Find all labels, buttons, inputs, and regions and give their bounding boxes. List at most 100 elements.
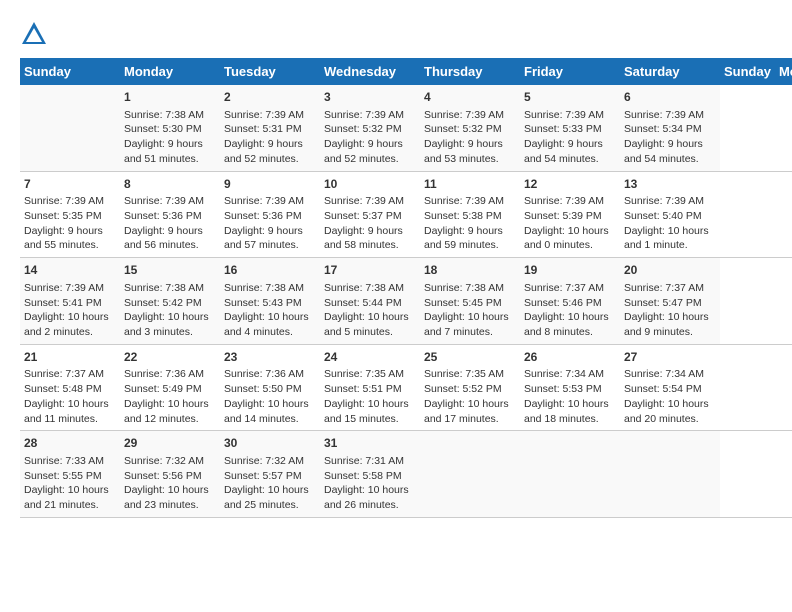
calendar-cell: 11Sunrise: 7:39 AM Sunset: 5:38 PM Dayli… bbox=[420, 171, 520, 258]
calendar-cell: 2 Sunrise: 7:39 AM Sunset: 5:31 PM Daylig… bbox=[220, 85, 320, 171]
day-number: 1 bbox=[124, 89, 216, 106]
header-saturday: Saturday bbox=[620, 58, 720, 85]
day-content: Sunrise: 7:32 AM Sunset: 5:56 PM Dayligh… bbox=[124, 454, 216, 513]
day-content: Sunrise: 7:39 AM Sunset: 5:33 PM Dayligh… bbox=[524, 108, 616, 167]
day-content: Sunrise: 7:36 AM Sunset: 5:49 PM Dayligh… bbox=[124, 367, 216, 426]
calendar-cell: 19Sunrise: 7:37 AM Sunset: 5:46 PM Dayli… bbox=[520, 258, 620, 345]
calendar-cell: 4 Sunrise: 7:39 AM Sunset: 5:32 PM Daylig… bbox=[420, 85, 520, 171]
calendar-cell: 28Sunrise: 7:33 AM Sunset: 5:55 PM Dayli… bbox=[20, 431, 120, 518]
day-number: 8 bbox=[124, 176, 216, 193]
calendar-cell: 8Sunrise: 7:39 AM Sunset: 5:36 PM Daylig… bbox=[120, 171, 220, 258]
day-number: 15 bbox=[124, 262, 216, 279]
header-wednesday: Wednesday bbox=[320, 58, 420, 85]
header-tuesday: Tuesday bbox=[220, 58, 320, 85]
header-friday: Friday bbox=[520, 58, 620, 85]
day-number: 19 bbox=[524, 262, 616, 279]
day-number: 11 bbox=[424, 176, 516, 193]
day-content: Sunrise: 7:34 AM Sunset: 5:53 PM Dayligh… bbox=[524, 367, 616, 426]
day-number: 13 bbox=[624, 176, 716, 193]
calendar-table: SundayMondayTuesdayWednesdayThursdayFrid… bbox=[20, 58, 792, 518]
calendar-cell: 6 Sunrise: 7:39 AM Sunset: 5:34 PM Daylig… bbox=[620, 85, 720, 171]
logo-icon bbox=[20, 20, 48, 48]
calendar-cell bbox=[520, 431, 620, 518]
day-content: Sunrise: 7:35 AM Sunset: 5:52 PM Dayligh… bbox=[424, 367, 516, 426]
day-number: 10 bbox=[324, 176, 416, 193]
header-thursday: Thursday bbox=[420, 58, 520, 85]
day-number: 7 bbox=[24, 176, 116, 193]
day-content: Sunrise: 7:39 AM Sunset: 5:34 PM Dayligh… bbox=[624, 108, 716, 167]
calendar-cell: 12Sunrise: 7:39 AM Sunset: 5:39 PM Dayli… bbox=[520, 171, 620, 258]
day-number: 4 bbox=[424, 89, 516, 106]
day-number: 17 bbox=[324, 262, 416, 279]
day-number: 25 bbox=[424, 349, 516, 366]
calendar-cell: 10Sunrise: 7:39 AM Sunset: 5:37 PM Dayli… bbox=[320, 171, 420, 258]
calendar-cell bbox=[420, 431, 520, 518]
day-content: Sunrise: 7:39 AM Sunset: 5:41 PM Dayligh… bbox=[24, 281, 116, 340]
calendar-cell: 30Sunrise: 7:32 AM Sunset: 5:57 PM Dayli… bbox=[220, 431, 320, 518]
calendar-cell: 20 Sunrise: 7:37 AM Sunset: 5:47 PM Dayli… bbox=[620, 258, 720, 345]
day-content: Sunrise: 7:39 AM Sunset: 5:31 PM Dayligh… bbox=[224, 108, 316, 167]
calendar-cell: 17 Sunrise: 7:38 AM Sunset: 5:44 PM Dayli… bbox=[320, 258, 420, 345]
day-content: Sunrise: 7:37 AM Sunset: 5:47 PM Dayligh… bbox=[624, 281, 716, 340]
day-number: 22 bbox=[124, 349, 216, 366]
calendar-cell: 13Sunrise: 7:39 AM Sunset: 5:40 PM Dayli… bbox=[620, 171, 720, 258]
calendar-cell: 29Sunrise: 7:32 AM Sunset: 5:56 PM Dayli… bbox=[120, 431, 220, 518]
day-number: 31 bbox=[324, 435, 416, 452]
calendar-cell: 15 Sunrise: 7:38 AM Sunset: 5:42 PM Dayli… bbox=[120, 258, 220, 345]
calendar-cell: 16Sunrise: 7:38 AM Sunset: 5:43 PM Dayli… bbox=[220, 258, 320, 345]
day-number: 5 bbox=[524, 89, 616, 106]
day-content: Sunrise: 7:38 AM Sunset: 5:43 PM Dayligh… bbox=[224, 281, 316, 340]
calendar-cell: 9Sunrise: 7:39 AM Sunset: 5:36 PM Daylig… bbox=[220, 171, 320, 258]
day-content: Sunrise: 7:39 AM Sunset: 5:32 PM Dayligh… bbox=[324, 108, 416, 167]
calendar-cell: 21Sunrise: 7:37 AM Sunset: 5:48 PM Dayli… bbox=[20, 344, 120, 431]
day-number: 20 bbox=[624, 262, 716, 279]
day-content: Sunrise: 7:35 AM Sunset: 5:51 PM Dayligh… bbox=[324, 367, 416, 426]
day-number: 9 bbox=[224, 176, 316, 193]
day-number: 6 bbox=[624, 89, 716, 106]
day-number: 30 bbox=[224, 435, 316, 452]
calendar-cell: 7Sunrise: 7:39 AM Sunset: 5:35 PM Daylig… bbox=[20, 171, 120, 258]
day-content: Sunrise: 7:38 AM Sunset: 5:45 PM Dayligh… bbox=[424, 281, 516, 340]
calendar-cell: 26Sunrise: 7:34 AM Sunset: 5:53 PM Dayli… bbox=[520, 344, 620, 431]
header-sunday: Sunday bbox=[20, 58, 120, 85]
day-number: 21 bbox=[24, 349, 116, 366]
calendar-cell: 31 Sunrise: 7:31 AM Sunset: 5:58 PM Dayli… bbox=[320, 431, 420, 518]
day-content: Sunrise: 7:38 AM Sunset: 5:30 PM Dayligh… bbox=[124, 108, 216, 167]
logo bbox=[20, 20, 52, 48]
calendar-cell: 25Sunrise: 7:35 AM Sunset: 5:52 PM Dayli… bbox=[420, 344, 520, 431]
page-header bbox=[20, 20, 772, 48]
day-content: Sunrise: 7:31 AM Sunset: 5:58 PM Dayligh… bbox=[324, 454, 416, 513]
calendar-cell: 14 Sunrise: 7:39 AM Sunset: 5:41 PM Dayli… bbox=[20, 258, 120, 345]
calendar-cell: 27Sunrise: 7:34 AM Sunset: 5:54 PM Dayli… bbox=[620, 344, 720, 431]
calendar-cell: 23Sunrise: 7:36 AM Sunset: 5:50 PM Dayli… bbox=[220, 344, 320, 431]
day-content: Sunrise: 7:39 AM Sunset: 5:38 PM Dayligh… bbox=[424, 194, 516, 253]
day-content: Sunrise: 7:38 AM Sunset: 5:44 PM Dayligh… bbox=[324, 281, 416, 340]
calendar-header-row: SundayMondayTuesdayWednesdayThursdayFrid… bbox=[20, 58, 792, 85]
day-content: Sunrise: 7:39 AM Sunset: 5:35 PM Dayligh… bbox=[24, 194, 116, 253]
header-cell-sunday: Sunday bbox=[720, 58, 775, 85]
calendar-cell bbox=[620, 431, 720, 518]
week-row-5: 28Sunrise: 7:33 AM Sunset: 5:55 PM Dayli… bbox=[20, 431, 792, 518]
calendar-cell: 5 Sunrise: 7:39 AM Sunset: 5:33 PM Daylig… bbox=[520, 85, 620, 171]
week-row-1: 1 Sunrise: 7:38 AM Sunset: 5:30 PM Daylig… bbox=[20, 85, 792, 171]
day-number: 24 bbox=[324, 349, 416, 366]
calendar-cell: 18Sunrise: 7:38 AM Sunset: 5:45 PM Dayli… bbox=[420, 258, 520, 345]
day-content: Sunrise: 7:39 AM Sunset: 5:36 PM Dayligh… bbox=[224, 194, 316, 253]
week-row-2: 7Sunrise: 7:39 AM Sunset: 5:35 PM Daylig… bbox=[20, 171, 792, 258]
day-content: Sunrise: 7:38 AM Sunset: 5:42 PM Dayligh… bbox=[124, 281, 216, 340]
day-content: Sunrise: 7:39 AM Sunset: 5:36 PM Dayligh… bbox=[124, 194, 216, 253]
week-row-3: 14 Sunrise: 7:39 AM Sunset: 5:41 PM Dayli… bbox=[20, 258, 792, 345]
day-content: Sunrise: 7:39 AM Sunset: 5:40 PM Dayligh… bbox=[624, 194, 716, 253]
week-row-4: 21Sunrise: 7:37 AM Sunset: 5:48 PM Dayli… bbox=[20, 344, 792, 431]
day-content: Sunrise: 7:39 AM Sunset: 5:32 PM Dayligh… bbox=[424, 108, 516, 167]
day-number: 28 bbox=[24, 435, 116, 452]
calendar-cell: 1 Sunrise: 7:38 AM Sunset: 5:30 PM Daylig… bbox=[120, 85, 220, 171]
day-content: Sunrise: 7:37 AM Sunset: 5:48 PM Dayligh… bbox=[24, 367, 116, 426]
calendar-cell bbox=[20, 85, 120, 171]
day-content: Sunrise: 7:39 AM Sunset: 5:39 PM Dayligh… bbox=[524, 194, 616, 253]
day-number: 14 bbox=[24, 262, 116, 279]
header-monday: Monday bbox=[120, 58, 220, 85]
day-number: 12 bbox=[524, 176, 616, 193]
day-number: 27 bbox=[624, 349, 716, 366]
day-number: 2 bbox=[224, 89, 316, 106]
